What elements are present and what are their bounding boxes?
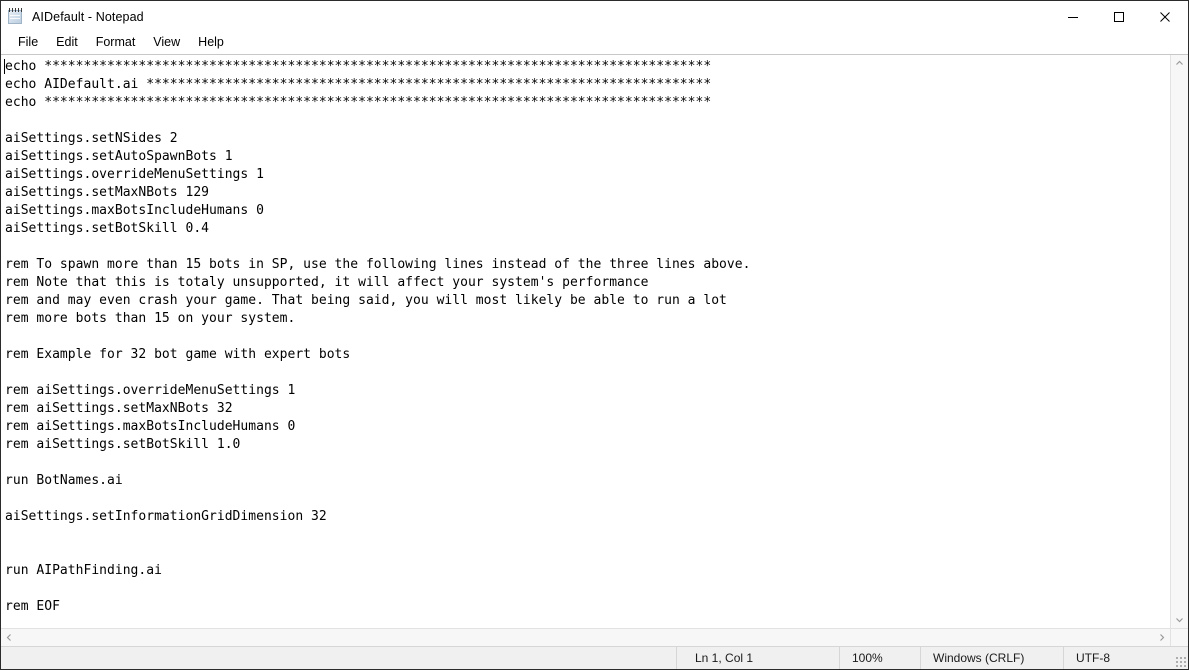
menu-item-help[interactable]: Help: [189, 33, 233, 53]
status-encoding[interactable]: UTF-8: [1063, 647, 1188, 669]
menu-item-format[interactable]: Format: [87, 33, 145, 53]
status-cursor-position: Ln 1, Col 1: [676, 647, 839, 669]
minimize-icon: [1068, 16, 1078, 18]
menu-item-edit[interactable]: Edit: [47, 33, 87, 53]
editor-row: echo ***********************************…: [1, 55, 1188, 628]
status-bar: Ln 1, Col 1 100% Windows (CRLF) UTF-8: [1, 646, 1188, 669]
chevron-right-icon: [1160, 634, 1165, 641]
scroll-right-button[interactable]: [1153, 629, 1170, 646]
menu-item-view[interactable]: View: [144, 33, 189, 53]
minimize-button[interactable]: [1050, 1, 1096, 32]
close-icon: [1160, 11, 1170, 22]
text-editor[interactable]: echo ***********************************…: [1, 55, 1170, 628]
status-line-ending[interactable]: Windows (CRLF): [920, 647, 1063, 669]
scrollbar-corner: [1170, 629, 1188, 646]
notepad-window: AIDefault - Notepad File Edit Format Vie…: [0, 0, 1189, 670]
window-title: AIDefault - Notepad: [32, 9, 144, 24]
resize-grip-icon[interactable]: [1175, 656, 1186, 667]
vertical-scrollbar[interactable]: [1170, 55, 1188, 628]
chevron-down-icon: [1176, 618, 1183, 623]
window-controls: [1050, 1, 1188, 32]
scroll-left-button[interactable]: [1, 629, 18, 646]
chevron-left-icon: [6, 634, 11, 641]
scroll-up-button[interactable]: [1171, 55, 1188, 72]
chevron-up-icon: [1176, 60, 1183, 65]
menu-bar: File Edit Format View Help: [1, 32, 1188, 54]
status-zoom-level[interactable]: 100%: [839, 647, 920, 669]
editor-region: echo ***********************************…: [1, 54, 1188, 646]
title-bar[interactable]: AIDefault - Notepad: [1, 1, 1188, 32]
maximize-icon: [1114, 11, 1124, 22]
scroll-down-button[interactable]: [1171, 611, 1188, 628]
close-button[interactable]: [1142, 1, 1188, 32]
notepad-icon: [7, 8, 24, 25]
menu-item-file[interactable]: File: [9, 33, 47, 53]
editor-content[interactable]: echo ***********************************…: [1, 57, 1170, 616]
horizontal-scrollbar-row: [1, 628, 1188, 646]
maximize-button[interactable]: [1096, 1, 1142, 32]
text-caret: [4, 59, 5, 74]
horizontal-scrollbar[interactable]: [1, 629, 1170, 646]
